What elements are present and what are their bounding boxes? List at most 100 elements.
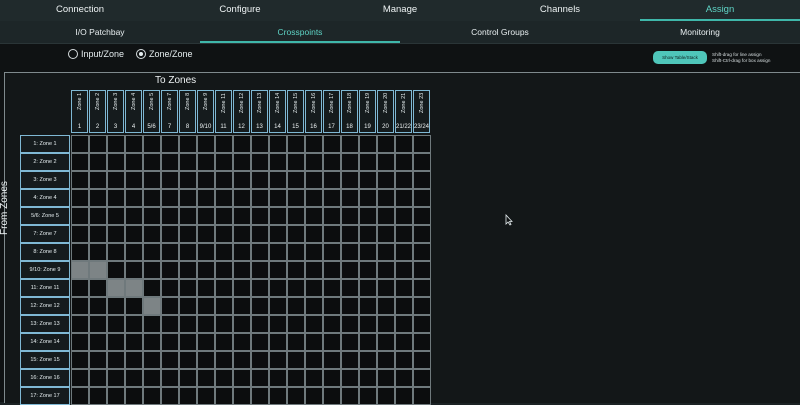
- crosspoint-cell[interactable]: [179, 207, 197, 225]
- crosspoint-cell[interactable]: [251, 261, 269, 279]
- crosspoint-cell[interactable]: [143, 225, 161, 243]
- input-zone-radio[interactable]: Input/Zone: [68, 49, 124, 59]
- crosspoint-cell[interactable]: [215, 207, 233, 225]
- crosspoint-cell[interactable]: [287, 261, 305, 279]
- crosspoint-cell[interactable]: [143, 279, 161, 297]
- crosspoint-cell[interactable]: [287, 333, 305, 351]
- crosspoint-cell[interactable]: [269, 297, 287, 315]
- crosspoint-cell[interactable]: [305, 297, 323, 315]
- crosspoint-cell[interactable]: [125, 297, 143, 315]
- crosspoint-cell[interactable]: [413, 351, 431, 369]
- crosspoint-cell[interactable]: [377, 279, 395, 297]
- crosspoint-cell[interactable]: [179, 261, 197, 279]
- crosspoint-cell[interactable]: [269, 171, 287, 189]
- crosspoint-cell[interactable]: [197, 153, 215, 171]
- crosspoint-cell[interactable]: [179, 189, 197, 207]
- crosspoint-cell[interactable]: [89, 243, 107, 261]
- crosspoint-cell[interactable]: [89, 387, 107, 405]
- crosspoint-cell[interactable]: [323, 279, 341, 297]
- crosspoint-cell[interactable]: [215, 171, 233, 189]
- crosspoint-cell[interactable]: [341, 279, 359, 297]
- crosspoint-cell[interactable]: [395, 369, 413, 387]
- crosspoint-cell[interactable]: [179, 333, 197, 351]
- crosspoint-cell[interactable]: [143, 243, 161, 261]
- crosspoint-cell[interactable]: [251, 207, 269, 225]
- crosspoint-cell[interactable]: [161, 135, 179, 153]
- crosspoint-cell[interactable]: [233, 279, 251, 297]
- crosspoint-cell[interactable]: [251, 243, 269, 261]
- crosspoint-cell[interactable]: [107, 351, 125, 369]
- crosspoint-cell[interactable]: [359, 243, 377, 261]
- crosspoint-cell[interactable]: [359, 171, 377, 189]
- crosspoint-cell[interactable]: [377, 171, 395, 189]
- crosspoint-cell[interactable]: [269, 189, 287, 207]
- crosspoint-cell[interactable]: [107, 207, 125, 225]
- crosspoint-cell[interactable]: [287, 387, 305, 405]
- crosspoint-cell[interactable]: [341, 333, 359, 351]
- crosspoint-cell[interactable]: [89, 153, 107, 171]
- crosspoint-cell[interactable]: [107, 135, 125, 153]
- crosspoint-cell[interactable]: [287, 297, 305, 315]
- crosspoint-cell[interactable]: [215, 225, 233, 243]
- crosspoint-cell[interactable]: [197, 279, 215, 297]
- crosspoint-cell[interactable]: [305, 315, 323, 333]
- crosspoint-cell[interactable]: [251, 189, 269, 207]
- crosspoint-cell[interactable]: [251, 171, 269, 189]
- crosspoint-cell[interactable]: [323, 369, 341, 387]
- tab-channels[interactable]: Channels: [480, 0, 640, 21]
- crosspoint-cell[interactable]: [341, 189, 359, 207]
- crosspoint-cell[interactable]: [215, 261, 233, 279]
- crosspoint-cell[interactable]: [71, 261, 89, 279]
- crosspoint-cell[interactable]: [395, 207, 413, 225]
- crosspoint-cell[interactable]: [179, 279, 197, 297]
- crosspoint-cell[interactable]: [233, 243, 251, 261]
- crosspoint-cell[interactable]: [341, 171, 359, 189]
- crosspoint-cell[interactable]: [215, 351, 233, 369]
- crosspoint-cell[interactable]: [233, 225, 251, 243]
- crosspoint-cell[interactable]: [413, 387, 431, 405]
- crosspoint-cell[interactable]: [287, 135, 305, 153]
- crosspoint-cell[interactable]: [107, 315, 125, 333]
- crosspoint-cell[interactable]: [377, 207, 395, 225]
- crosspoint-cell[interactable]: [377, 135, 395, 153]
- crosspoint-cell[interactable]: [161, 261, 179, 279]
- crosspoint-cell[interactable]: [161, 243, 179, 261]
- crosspoint-cell[interactable]: [71, 153, 89, 171]
- crosspoint-cell[interactable]: [107, 369, 125, 387]
- crosspoint-cell[interactable]: [305, 171, 323, 189]
- crosspoint-cell[interactable]: [269, 351, 287, 369]
- crosspoint-cell[interactable]: [251, 387, 269, 405]
- crosspoint-cell[interactable]: [197, 351, 215, 369]
- crosspoint-cell[interactable]: [125, 243, 143, 261]
- crosspoint-cell[interactable]: [143, 207, 161, 225]
- crosspoint-cell[interactable]: [269, 387, 287, 405]
- crosspoint-cell[interactable]: [377, 261, 395, 279]
- crosspoint-cell[interactable]: [107, 153, 125, 171]
- crosspoint-cell[interactable]: [215, 135, 233, 153]
- crosspoint-cell[interactable]: [305, 261, 323, 279]
- crosspoint-cell[interactable]: [143, 387, 161, 405]
- crosspoint-cell[interactable]: [161, 225, 179, 243]
- crosspoint-cell[interactable]: [287, 243, 305, 261]
- crosspoint-cell[interactable]: [359, 351, 377, 369]
- crosspoint-cell[interactable]: [233, 333, 251, 351]
- crosspoint-cell[interactable]: [89, 279, 107, 297]
- crosspoint-cell[interactable]: [89, 261, 107, 279]
- crosspoint-cell[interactable]: [305, 333, 323, 351]
- crosspoint-cell[interactable]: [71, 297, 89, 315]
- crosspoint-cell[interactable]: [71, 387, 89, 405]
- crosspoint-cell[interactable]: [305, 153, 323, 171]
- crosspoint-cell[interactable]: [125, 387, 143, 405]
- crosspoint-cell[interactable]: [269, 135, 287, 153]
- crosspoint-cell[interactable]: [197, 261, 215, 279]
- crosspoint-cell[interactable]: [107, 243, 125, 261]
- crosspoint-cell[interactable]: [269, 243, 287, 261]
- crosspoint-cell[interactable]: [233, 261, 251, 279]
- crosspoint-cell[interactable]: [233, 171, 251, 189]
- crosspoint-cell[interactable]: [287, 171, 305, 189]
- crosspoint-cell[interactable]: [287, 369, 305, 387]
- crosspoint-cell[interactable]: [197, 369, 215, 387]
- crosspoint-cell[interactable]: [305, 279, 323, 297]
- crosspoint-cell[interactable]: [89, 351, 107, 369]
- crosspoint-cell[interactable]: [215, 243, 233, 261]
